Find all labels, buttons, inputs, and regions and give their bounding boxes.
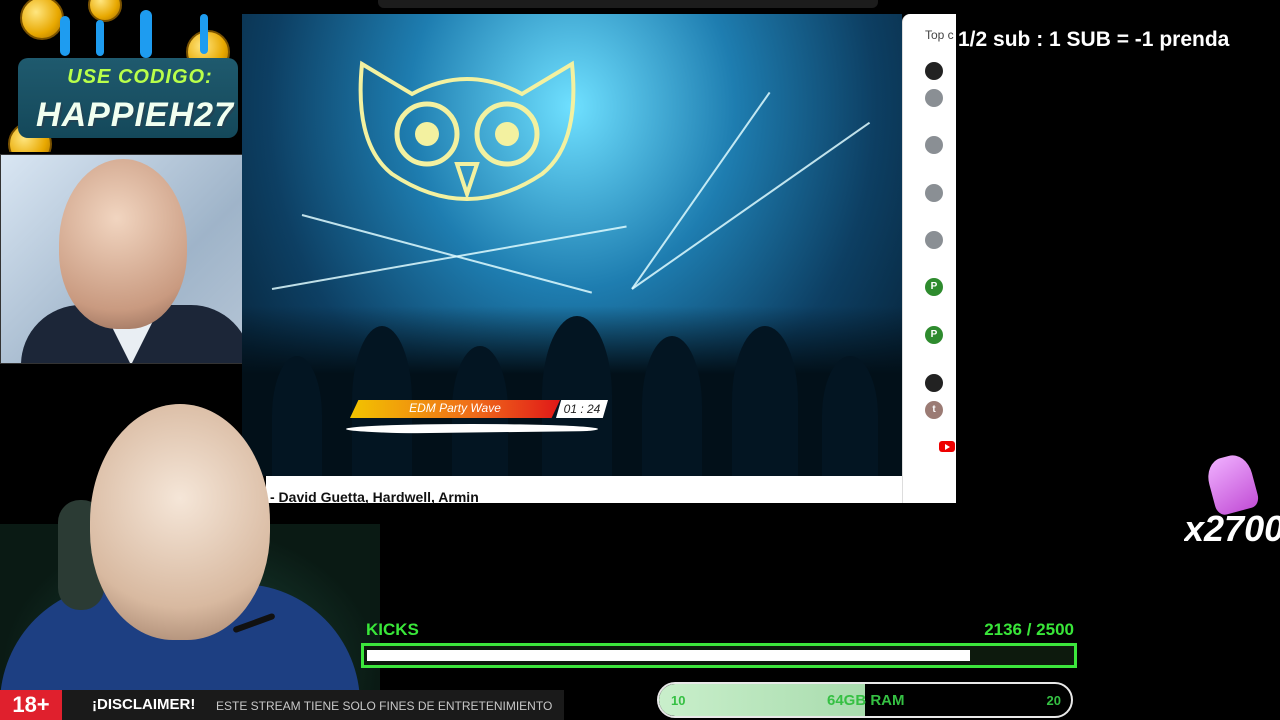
chat-sidebar: Top c P Pt: [902, 14, 956, 503]
sidebar-avatar[interactable]: [925, 136, 943, 154]
coin-icon: [20, 0, 64, 40]
coin-icon: [88, 0, 122, 22]
disclaimer-title: ¡DISCLAIMER!: [92, 696, 196, 713]
now-playing-time: 01 : 24: [556, 400, 608, 418]
kicks-label: KICKS: [366, 620, 419, 639]
sidebar-avatar[interactable]: [925, 374, 943, 392]
kicks-progress-fill: [367, 650, 970, 661]
youtube-icon[interactable]: [939, 441, 955, 452]
promo-code-label: USE CODIGO:: [67, 66, 213, 88]
sidebar-avatar[interactable]: [925, 184, 943, 202]
praying-hands-icon: [1203, 451, 1261, 517]
ram-label: 64GB RAM: [827, 692, 905, 709]
sidebar-avatar[interactable]: t: [925, 401, 943, 419]
kicks-count: 2136 / 2500: [984, 620, 1074, 639]
sidebar-avatar[interactable]: [925, 89, 943, 107]
webcam-feed: [0, 404, 380, 690]
promo-code: HAPPIEH27: [36, 96, 234, 134]
browser-top-bar: [378, 0, 878, 8]
kicks-progress-bar: [361, 643, 1077, 668]
disclaimer-bar: ¡DISCLAIMER! ESTE STREAM TIENE SOLO FINE…: [62, 690, 564, 720]
emoji-multiplier: x2700: [1184, 508, 1280, 549]
sidebar-avatar[interactable]: P: [925, 326, 943, 344]
sidebar-avatar[interactable]: P: [925, 278, 943, 296]
disclaimer-text: ESTE STREAM TIENE SOLO FINES DE ENTRETEN…: [216, 699, 553, 713]
now-playing-title: EDM Party Wave: [409, 401, 501, 415]
owl-logo: [358, 60, 576, 201]
ram-max: 20: [1046, 693, 1061, 708]
sub-goal-text: 1/2 sub : 1 SUB = -1 prenda: [958, 28, 1230, 51]
ram-min: 10: [671, 693, 686, 708]
ram-bar: 10 64GB RAM 20: [657, 682, 1073, 718]
sidebar-avatar[interactable]: [925, 62, 943, 80]
portrait-image: [0, 154, 266, 364]
sidebar-avatar[interactable]: [925, 231, 943, 249]
age-badge: 18+: [0, 690, 62, 720]
promo-banner: USE CODIGO: HAPPIEH27: [0, 0, 242, 152]
sidebar-label[interactable]: Top c: [925, 28, 957, 42]
